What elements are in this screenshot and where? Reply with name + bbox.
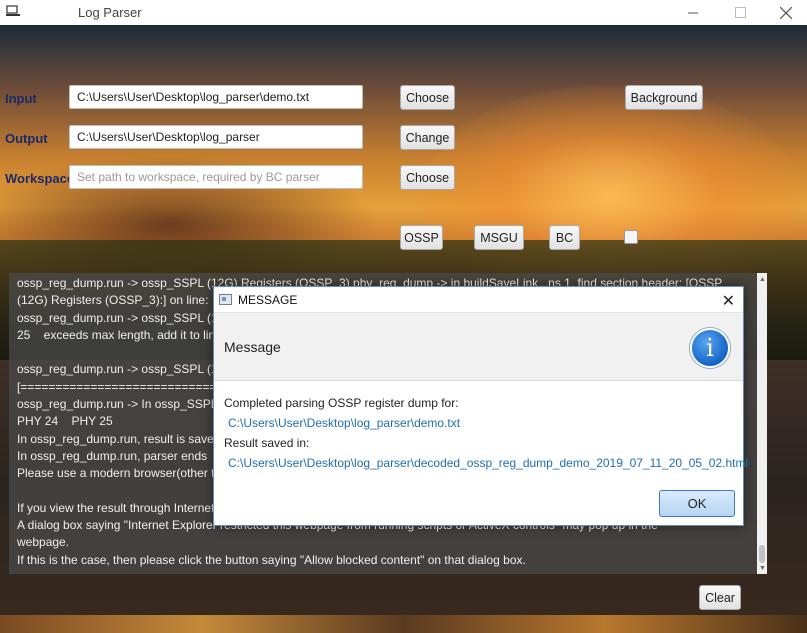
maximize-icon <box>734 7 746 18</box>
scrollbar-thumb[interactable] <box>759 545 765 563</box>
scroll-up-icon[interactable]: ▲ <box>759 276 766 283</box>
output-path-field[interactable]: C:\Users\User\Desktop\log_parser <box>69 125 363 149</box>
workspace-label: Workspace <box>5 171 75 186</box>
ok-button[interactable]: OK <box>659 490 735 517</box>
minimize-icon <box>687 12 698 14</box>
message-dialog: MESSAGE ✕ Message i Completed parsing OS… <box>213 286 748 526</box>
ossp-button[interactable]: OSSP <box>400 225 443 250</box>
dialog-header: Message i <box>214 313 743 381</box>
dialog-title: MESSAGE <box>238 293 298 307</box>
workspace-path-field[interactable]: Set path to workspace, required by BC pa… <box>69 165 363 189</box>
title-bar: Log Parser <box>0 0 807 25</box>
clear-button[interactable]: Clear <box>699 585 741 610</box>
msgu-button[interactable]: MSGU <box>474 225 524 250</box>
scroll-down-icon[interactable]: ▼ <box>759 565 766 572</box>
minimize-button[interactable] <box>670 0 716 25</box>
dialog-close-icon[interactable]: ✕ <box>722 291 735 311</box>
dialog-line-result: Result saved in: <box>224 436 310 450</box>
window-title: Log Parser <box>78 5 142 20</box>
dialog-line-completed: Completed parsing OSSP register dump for… <box>224 396 459 410</box>
dialog-result-path: C:\Users\User\Desktop\log_parser\decoded… <box>228 456 749 470</box>
dialog-body: Completed parsing OSSP register dump for… <box>224 393 748 473</box>
choose-workspace-button[interactable]: Choose <box>400 165 455 190</box>
close-icon <box>780 6 792 19</box>
option-checkbox[interactable] <box>624 230 638 244</box>
dialog-title-bar: MESSAGE ✕ <box>214 287 743 313</box>
close-button[interactable] <box>763 0 807 25</box>
input-path-field[interactable]: C:\Users\User\Desktop\log_parser\demo.tx… <box>69 85 363 109</box>
background-button[interactable]: Background <box>625 85 703 110</box>
dialog-input-path: C:\Users\User\Desktop\log_parser\demo.tx… <box>228 416 461 430</box>
info-icon: i <box>690 328 730 368</box>
bc-button[interactable]: BC <box>549 225 580 250</box>
dialog-window-icon <box>219 294 232 305</box>
maximize-button[interactable] <box>717 0 763 25</box>
log-line: If this is the case, then please click t… <box>17 552 526 567</box>
log-line: webpage. <box>17 535 70 550</box>
app-icon <box>6 5 20 16</box>
output-label: Output <box>5 131 48 146</box>
input-label: Input <box>5 91 37 106</box>
change-output-button[interactable]: Change <box>400 125 455 150</box>
choose-input-button[interactable]: Choose <box>400 85 455 110</box>
dialog-header-text: Message <box>224 339 281 355</box>
log-scrollbar[interactable]: ▲ ▼ <box>757 273 767 574</box>
